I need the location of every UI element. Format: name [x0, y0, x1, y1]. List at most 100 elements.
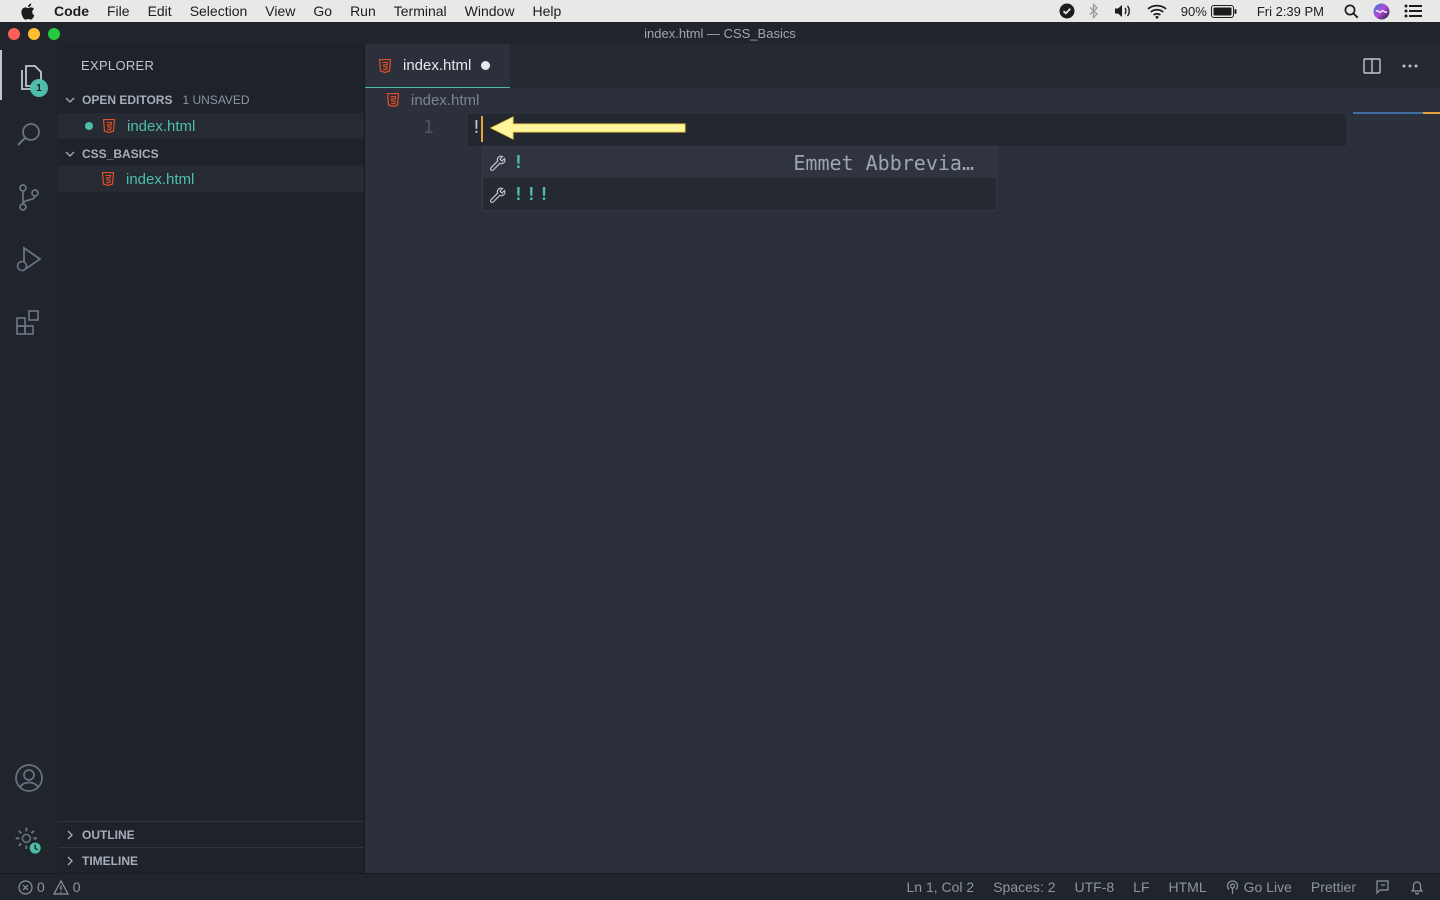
line-number: 1 [423, 117, 434, 138]
window-titlebar: index.html — CSS_Basics [0, 22, 1440, 44]
editor-tab-bar: index.html [365, 44, 1440, 88]
breadcrumb-file[interactable]: index.html [411, 92, 479, 109]
extensions-icon [16, 310, 39, 335]
notifications-bell-icon[interactable] [1410, 879, 1424, 895]
folder-filename: index.html [126, 170, 195, 188]
html5-icon [103, 118, 117, 134]
timeline-section[interactable]: TIMELINE [58, 847, 364, 873]
menu-view[interactable]: View [265, 3, 295, 19]
gear-icon [15, 827, 43, 855]
open-editors-label: OPEN EDITORS [82, 93, 173, 107]
menu-app[interactable]: Code [54, 3, 89, 19]
html5-icon [102, 171, 116, 187]
bluetooth-icon[interactable] [1089, 3, 1099, 19]
open-editor-item[interactable]: index.html [58, 113, 364, 139]
html5-icon [379, 58, 393, 74]
explorer-sidebar: EXPLORER OPEN EDITORS 1 UNSAVED index.ht… [58, 44, 365, 873]
open-editor-filename: index.html [127, 117, 196, 135]
status-bar: 0 0 Ln 1, Col 2 Spaces: 2 UTF-8 LF HTML … [0, 873, 1440, 900]
menu-edit[interactable]: Edit [148, 3, 172, 19]
run-debug-icon [16, 246, 42, 272]
warning-count: 0 [72, 879, 81, 895]
run-debug-button[interactable] [0, 234, 58, 284]
suggestion-item[interactable]: !!! [483, 179, 996, 210]
feedback-icon[interactable] [1375, 879, 1391, 895]
cursor-position[interactable]: Ln 1, Col 2 [907, 879, 975, 895]
menu-help[interactable]: Help [532, 3, 561, 19]
minimize-window-button[interactable] [28, 28, 40, 40]
folder-label: CSS_BASICS [82, 147, 159, 161]
text-cursor [481, 116, 483, 142]
explorer-button[interactable]: 1 [0, 50, 58, 100]
menu-selection[interactable]: Selection [190, 3, 248, 19]
extensions-button[interactable] [0, 297, 58, 347]
indentation[interactable]: Spaces: 2 [993, 879, 1055, 895]
prettier-status[interactable]: Prettier [1311, 879, 1356, 895]
split-editor-icon[interactable] [1362, 56, 1382, 76]
suggestion-detail: Emmet Abbrevia… [793, 150, 974, 175]
close-window-button[interactable] [8, 28, 20, 40]
warning-icon [52, 879, 69, 895]
activity-bar: 1 [0, 44, 58, 873]
language-mode[interactable]: HTML [1169, 879, 1207, 895]
unsaved-dot-icon [85, 122, 93, 130]
maximize-window-button[interactable] [48, 28, 60, 40]
menu-bar: Code File Edit Selection View Go Run Ter… [0, 0, 1440, 22]
problems-indicator[interactable]: 0 0 [18, 879, 85, 895]
battery-icon[interactable] [1210, 4, 1237, 18]
volume-icon[interactable] [1113, 3, 1133, 19]
suggestion-item[interactable]: ! Emmet Abbrevia… [483, 147, 996, 178]
accounts-button[interactable] [0, 753, 58, 803]
unsaved-count: 1 UNSAVED [182, 93, 250, 107]
timeline-label: TIMELINE [82, 853, 138, 868]
outline-label: OUTLINE [82, 827, 135, 842]
checkmark-circle-icon[interactable] [1059, 3, 1075, 19]
suggestion-widget: ! Emmet Abbrevia… !!! [482, 146, 997, 211]
clock[interactable]: Fri 2:39 PM [1257, 4, 1324, 19]
menu-run[interactable]: Run [350, 3, 376, 19]
error-count: 0 [37, 879, 45, 895]
spotlight-search-icon[interactable] [1344, 4, 1359, 19]
tab-index-html[interactable]: index.html [365, 44, 510, 88]
window-title: index.html — CSS_Basics [644, 25, 796, 41]
menu-file[interactable]: File [107, 3, 130, 19]
chevron-right-icon [58, 829, 82, 841]
encoding[interactable]: UTF-8 [1074, 879, 1114, 895]
wifi-icon[interactable] [1147, 4, 1167, 19]
menu-window[interactable]: Window [465, 3, 515, 19]
search-button[interactable] [0, 110, 58, 160]
siri-icon[interactable] [1373, 3, 1390, 20]
open-editors-header[interactable]: OPEN EDITORS 1 UNSAVED [58, 89, 364, 111]
explorer-badge: 1 [30, 79, 48, 97]
unsaved-dot-icon[interactable] [481, 61, 491, 70]
code-editor[interactable]: 1 ! ! Emmet Abbrevia… !!! [365, 112, 1440, 873]
apple-icon[interactable] [18, 0, 36, 22]
tab-label: index.html [403, 57, 472, 74]
wrench-icon [483, 186, 513, 204]
annotation-arrow-icon [489, 116, 686, 140]
broadcast-icon [1226, 880, 1238, 894]
chevron-right-icon [58, 855, 82, 867]
notification-center-icon[interactable] [1404, 4, 1422, 18]
manage-button[interactable] [0, 816, 58, 866]
source-control-button[interactable] [0, 172, 58, 222]
go-live-label: Go Live [1243, 879, 1292, 895]
html5-icon [387, 92, 401, 108]
go-live-button[interactable]: Go Live [1226, 879, 1292, 895]
end-of-line[interactable]: LF [1133, 879, 1149, 895]
account-icon [15, 764, 43, 792]
folder-header[interactable]: CSS_BASICS [58, 143, 364, 165]
minimap-overview-marks [1353, 112, 1440, 114]
suggestion-label: ! [513, 152, 524, 173]
chevron-down-icon [58, 148, 82, 160]
battery-percent: 90% [1180, 3, 1207, 19]
source-control-icon [19, 184, 39, 211]
folder-file-item[interactable]: index.html [58, 166, 364, 192]
more-actions-icon[interactable] [1400, 56, 1420, 76]
outline-section[interactable]: OUTLINE [58, 821, 364, 847]
menu-terminal[interactable]: Terminal [394, 3, 447, 19]
suggestion-label: !!! [513, 184, 552, 205]
menu-go[interactable]: Go [313, 3, 332, 19]
breadcrumb: index.html [365, 88, 479, 112]
wrench-icon [483, 154, 513, 172]
